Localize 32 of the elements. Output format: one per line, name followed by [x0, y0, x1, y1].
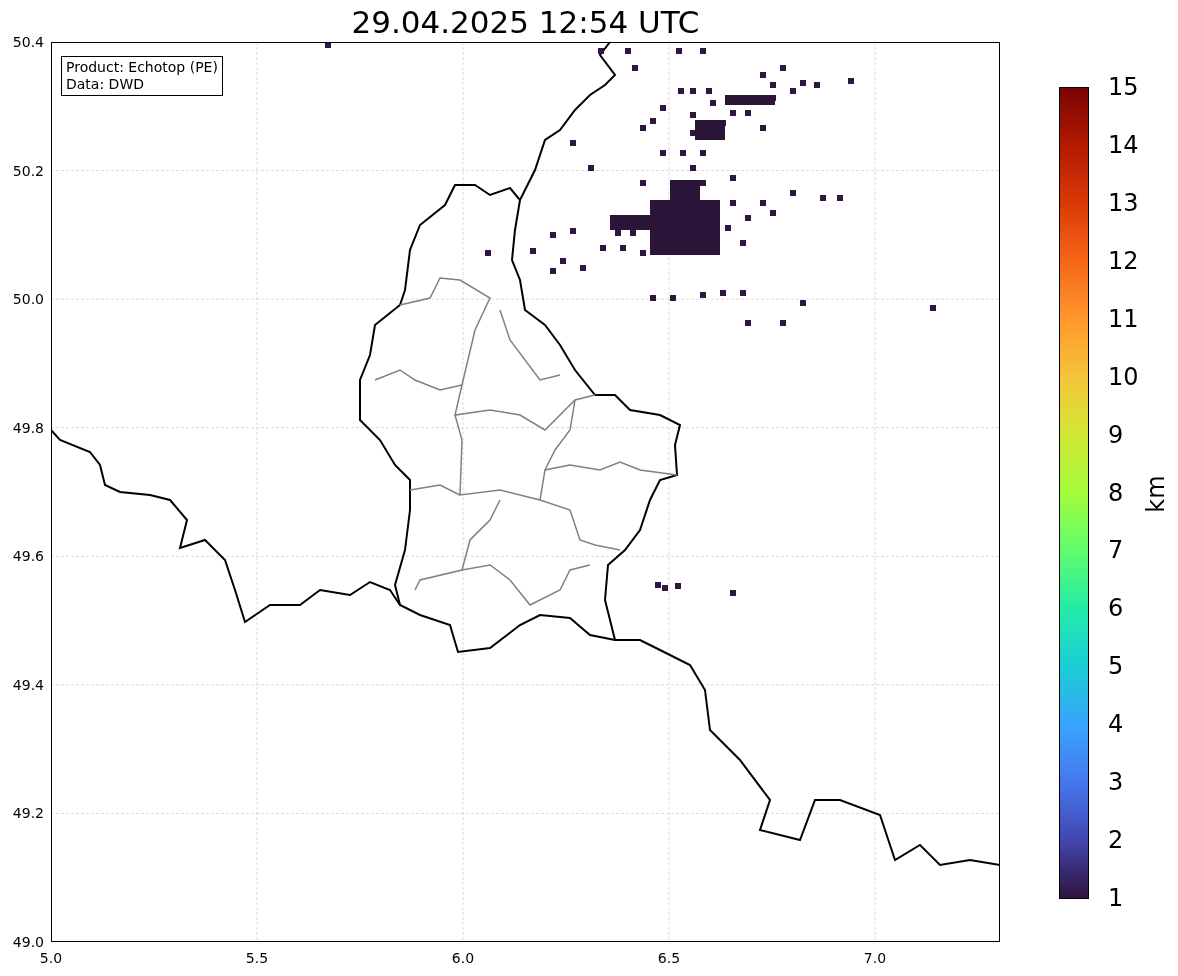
y-tick-label: 49.4: [11, 675, 44, 694]
colorbar-tick-label: 5: [1108, 652, 1124, 681]
chart-title: 29.04.2025 12:54 UTC: [350, 3, 701, 42]
y-tick-label: 49.0: [11, 933, 44, 951]
y-tick-label: 50.0: [11, 290, 44, 309]
colorbar-tick-label: 3: [1108, 768, 1124, 797]
colorbar-tick-label: 13: [1108, 188, 1139, 217]
colorbar-tick-label: 14: [1108, 130, 1139, 159]
colorbar-tick-label: 2: [1108, 826, 1124, 855]
y-tick-label: 49.8: [11, 418, 44, 437]
x-tick-label: 7.0: [862, 949, 888, 967]
colorbar-tick-label: 12: [1108, 246, 1139, 275]
colorbar-tick-label: 6: [1108, 594, 1124, 623]
colorbar-tick-label: 10: [1108, 362, 1139, 391]
colorbar-tick-label: 9: [1108, 420, 1124, 449]
colorbar-tick-label: 11: [1108, 304, 1139, 333]
info-line: Data: DWD: [66, 76, 145, 93]
colorbar-tick-label: 7: [1108, 536, 1124, 565]
y-tick-label: 49.2: [11, 804, 44, 823]
colorbar-tick-label: 1: [1108, 884, 1124, 912]
colorbar-tick-label: 15: [1108, 73, 1139, 101]
y-tick-label: 49.6: [11, 547, 44, 566]
colorbar-label: km: [1141, 478, 1171, 510]
info-line: Product: Echotop (PE): [66, 59, 218, 76]
colorbar-tick-label: 8: [1108, 478, 1124, 507]
y-tick-label: 50.4: [11, 33, 44, 51]
x-tick-label: 6.0: [450, 949, 476, 967]
x-tick-label: 5.5: [244, 949, 270, 967]
colorbar-tick-label: 4: [1108, 710, 1124, 739]
y-tick-label: 50.2: [11, 161, 44, 180]
x-tick-label: 6.5: [656, 949, 682, 967]
x-tick-label: 5.0: [38, 949, 64, 967]
